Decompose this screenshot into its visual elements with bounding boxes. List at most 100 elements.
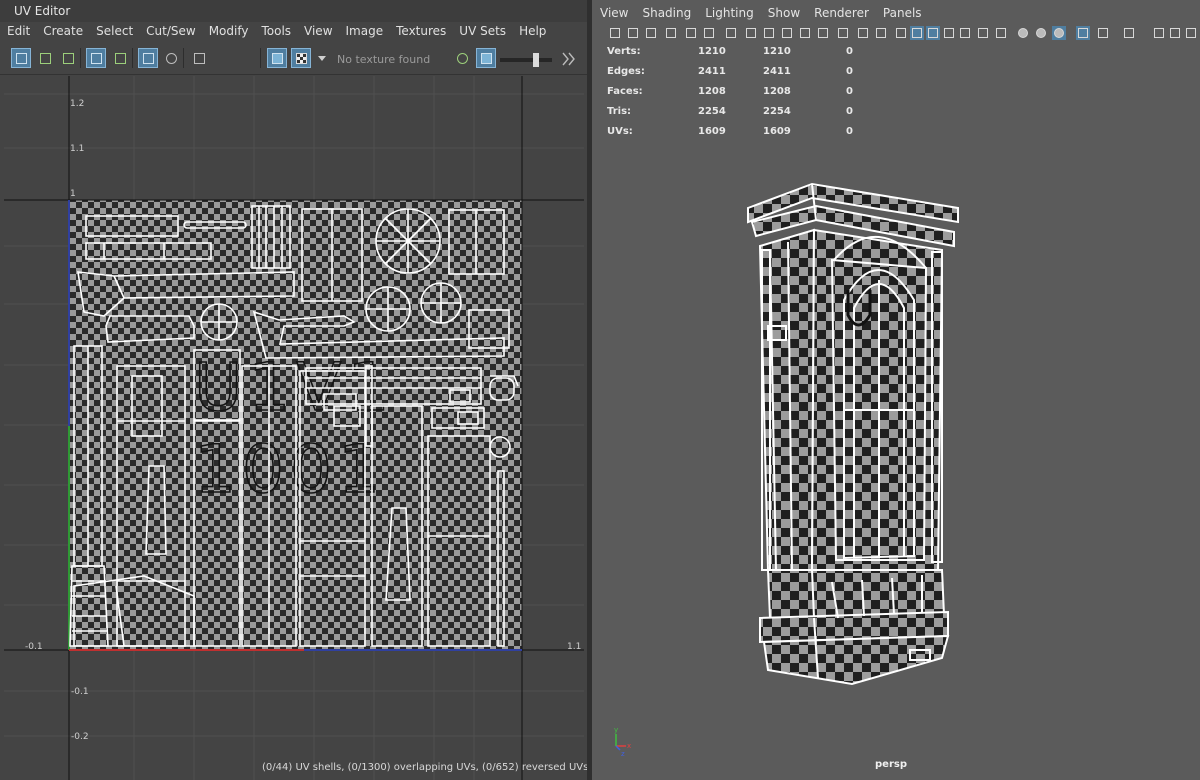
uv-edge-mode-icon[interactable] [35,48,55,68]
hud-label: Edges: [607,66,645,77]
uv-editor-titlebar: UV Editor [0,0,588,22]
texture-dropdown[interactable]: No texture found [337,53,430,66]
anti-aliasing-icon[interactable] [1052,26,1066,40]
v-label-minus-0-1: -0.1 [71,687,89,697]
u-label-1-1: 1.1 [567,642,581,652]
hud-text-icon[interactable] [874,26,888,40]
uv-status-bar: (0/44) UV shells, (0/1300) overlapping U… [262,762,588,773]
hud-label: Tris: [607,106,632,117]
isolate-select-icon[interactable] [86,48,106,68]
resolution-gate-icon[interactable] [762,26,776,40]
hud-value: 0 [846,126,853,137]
ambient-occlusion-icon[interactable] [1016,26,1030,40]
hud-value: 2254 [763,106,791,117]
safe-action-icon[interactable] [816,26,830,40]
wireframe-icon[interactable] [894,26,908,40]
gamma-icon[interactable] [1152,26,1166,40]
shadows-icon[interactable] [994,26,1008,40]
expand-toolbar-icon[interactable] [559,50,577,68]
uv-shell-mode-icon[interactable] [11,48,31,68]
toolbar-separator [80,48,81,68]
axis-y-label: y [614,726,618,734]
isolate-select-icon[interactable] [1096,26,1110,40]
bookmarks-icon[interactable] [644,26,658,40]
field-chart-icon[interactable] [798,26,812,40]
film-gate-icon[interactable] [744,26,758,40]
uv-face-mode-icon[interactable] [58,48,78,68]
wireframe-on-shaded-icon[interactable] [926,26,940,40]
vp-menu-shading[interactable]: Shading [634,6,697,24]
grease-pencil-icon[interactable] [702,26,716,40]
menu-select[interactable]: Select [89,22,139,42]
lights-icon[interactable] [976,26,990,40]
toolbar-separator [183,48,184,68]
image-display-toggle-icon[interactable] [476,48,496,68]
uv-editor-panel: UV Editor Edit Create Select Cut/Sew Mod… [0,0,588,780]
perspective-viewport-canvas[interactable]: x y z [592,150,1200,780]
hud-value: 2411 [698,66,726,77]
snapshot-icon[interactable] [189,48,209,68]
color-management-icon[interactable] [1168,26,1182,40]
select-camera-icon[interactable] [608,26,622,40]
axis-gizmo: x y z [614,726,631,758]
panel-layout-icon[interactable] [1184,26,1198,40]
xray-joints-icon[interactable] [1122,26,1136,40]
viewport-toolbar [592,24,1200,44]
menu-textures[interactable]: Textures [389,22,452,42]
grid-icon[interactable] [724,26,738,40]
menu-tools[interactable]: Tools [254,22,297,42]
vp-menu-panels[interactable]: Panels [875,6,928,24]
hud-row-tris: Tris: 2254 2254 0 [592,106,892,122]
hud-row-verts: Verts: 1210 1210 0 [592,46,892,62]
vp-menu-show[interactable]: Show [760,6,806,24]
menu-help[interactable]: Help [512,22,552,42]
uv-editor-title: UV Editor [14,4,71,18]
u-label-minus-0-1: -0.1 [25,642,43,652]
textured-icon[interactable] [958,26,972,40]
shaded-uv-icon[interactable] [452,48,472,68]
v-label-1-1: 1.1 [70,144,84,154]
hud-value: 0 [846,106,853,117]
chevron-down-icon[interactable] [318,56,326,61]
2d-pan-zoom-icon[interactable] [684,26,698,40]
hud-value: 1208 [763,86,791,97]
image-plane-icon[interactable] [664,26,678,40]
display-image-icon[interactable] [267,48,287,68]
menu-modify[interactable]: Modify [202,22,255,42]
menu-image[interactable]: Image [339,22,390,42]
hud-value: 1208 [698,86,726,97]
gate-mask-icon[interactable] [780,26,794,40]
hud-value: 0 [846,86,853,97]
vp-menu-view[interactable]: View [592,6,634,24]
vp-menu-lighting[interactable]: Lighting [697,6,760,24]
smooth-shade-icon[interactable] [910,26,924,40]
camera-attributes-icon[interactable] [626,26,640,40]
safe-area-icon[interactable] [856,26,870,40]
axis-z-label: z [621,750,625,758]
toolbar-separator [132,48,133,68]
xray-icon[interactable] [942,26,956,40]
grid-toggle-icon[interactable] [138,48,158,68]
menu-uv-sets[interactable]: UV Sets [452,22,512,42]
hud-row-faces: Faces: 1208 1208 0 [592,86,892,102]
menu-edit[interactable]: Edit [0,22,36,42]
hud-value: 0 [846,46,853,57]
safe-title-icon[interactable] [836,26,850,40]
uv-distortion-icon[interactable] [110,48,130,68]
depth-of-field-icon[interactable] [1076,26,1090,40]
toolbar-separator [260,48,261,68]
cabinet-model[interactable] [747,182,959,686]
pixel-snap-icon[interactable] [161,48,181,68]
menu-cut-sew[interactable]: Cut/Sew [139,22,202,42]
hud-row-uvs: UVs: 1609 1609 0 [592,126,892,142]
menu-create[interactable]: Create [36,22,89,42]
camera-name-label: persp [875,759,907,770]
slider-handle[interactable] [533,53,539,67]
vp-menu-renderer[interactable]: Renderer [806,6,875,24]
hud-label: Faces: [607,86,643,97]
image-brightness-slider[interactable] [500,53,552,67]
checker-map-icon[interactable] [291,48,311,68]
menu-view[interactable]: View [297,22,338,42]
uv-canvas[interactable]: 1.2 1.1 1 -0.1 1.1 -0.1 -0.2 U1V1 1001 [4,76,584,780]
motion-blur-icon[interactable] [1034,26,1048,40]
